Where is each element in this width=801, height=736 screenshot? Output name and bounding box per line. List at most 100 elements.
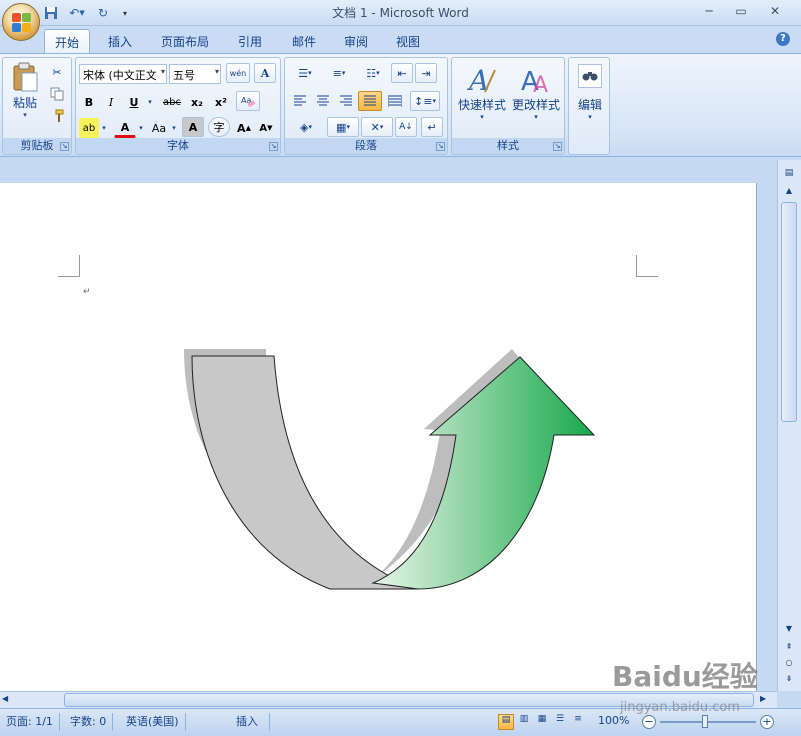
- strikethrough-button[interactable]: abc: [160, 92, 184, 112]
- styles-launcher-icon[interactable]: ↘: [553, 142, 562, 151]
- tab-mailings[interactable]: 邮件: [282, 29, 326, 54]
- enclose-chars-button[interactable]: 字: [208, 117, 230, 137]
- sort-icon[interactable]: A↓: [395, 117, 417, 137]
- justify-icon[interactable]: [358, 91, 382, 111]
- scroll-down-icon[interactable]: ▼: [781, 624, 797, 638]
- tab-home[interactable]: 开始: [44, 29, 90, 54]
- minimize-icon[interactable]: ─: [700, 4, 718, 20]
- change-case-dropdown-icon[interactable]: ▾: [170, 118, 178, 138]
- font-color-dropdown-icon[interactable]: ▾: [136, 118, 146, 138]
- font-group-label: 字体: [76, 138, 280, 154]
- font-color-button[interactable]: A: [114, 118, 136, 138]
- scroll-left-icon[interactable]: ◀: [2, 694, 14, 706]
- show-marks-icon[interactable]: ↵: [421, 117, 443, 137]
- clear-formatting-icon[interactable]: Aa: [236, 91, 260, 111]
- tab-insert[interactable]: 插入: [98, 29, 142, 54]
- decrease-indent-icon[interactable]: ⇤: [391, 63, 413, 83]
- shrink-font-button[interactable]: A ▼: [256, 118, 276, 138]
- bullets-icon[interactable]: ☰ ▾: [289, 63, 321, 83]
- status-language[interactable]: 英语(美国): [120, 713, 186, 731]
- underline-button[interactable]: U: [123, 92, 145, 112]
- superscript-button[interactable]: x²: [210, 92, 232, 112]
- web-layout-icon[interactable]: ▦: [534, 714, 550, 730]
- draft-view-icon[interactable]: ≡: [570, 714, 586, 730]
- tab-page-layout[interactable]: 页面布局: [152, 29, 218, 54]
- font-size-combo[interactable]: 五号 ▾: [169, 64, 221, 84]
- status-word-count[interactable]: 字数: 0: [64, 713, 114, 731]
- outline-view-icon[interactable]: ☰: [552, 714, 568, 730]
- previous-page-icon[interactable]: ⇞: [781, 642, 797, 656]
- status-insert-mode[interactable]: 插入: [230, 713, 270, 731]
- close-icon[interactable]: ✕: [766, 4, 784, 20]
- scroll-right-icon[interactable]: ▶: [760, 694, 772, 706]
- highlight-button[interactable]: ab: [79, 118, 99, 138]
- font-group: 宋体 (中文正文 ▾ 五号 ▾ wén A B I U ▾ abc x₂ x² …: [75, 57, 281, 155]
- styles-group-label: 样式: [452, 138, 564, 154]
- grow-font-button[interactable]: A ▲: [234, 118, 254, 138]
- align-center-icon[interactable]: [312, 91, 334, 111]
- underline-dropdown-icon[interactable]: ▾: [145, 92, 155, 112]
- cut-icon[interactable]: ✂: [47, 62, 67, 82]
- multilevel-list-icon[interactable]: ☷ ▾: [357, 63, 389, 83]
- char-shading-button[interactable]: A: [182, 117, 204, 137]
- align-right-icon[interactable]: [335, 91, 357, 111]
- office-logo-icon: [12, 13, 32, 33]
- change-styles-button[interactable]: AA 更改样式 ▾: [510, 64, 562, 121]
- shading-icon[interactable]: ◈ ▾: [289, 117, 323, 137]
- chinese-layout-icon[interactable]: ✕ ▾: [361, 117, 393, 137]
- increase-indent-icon[interactable]: ⇥: [415, 63, 437, 83]
- zoom-slider-track[interactable]: [660, 721, 756, 723]
- tab-review[interactable]: 审阅: [334, 29, 378, 54]
- font-name-combo[interactable]: 宋体 (中文正文 ▾: [79, 64, 167, 84]
- editing-button[interactable]: 编辑 ▾: [572, 64, 608, 121]
- paragraph-launcher-icon[interactable]: ↘: [436, 142, 445, 151]
- subscript-button[interactable]: x₂: [186, 92, 208, 112]
- vertical-scrollbar[interactable]: ▤ ▲ ▼ ⇞ ○ ⇟: [777, 160, 801, 691]
- numbering-icon[interactable]: ≡ ▾: [323, 63, 355, 83]
- bold-button[interactable]: B: [79, 92, 99, 112]
- browse-object-icon[interactable]: ○: [781, 658, 797, 672]
- zoom-in-icon[interactable]: +: [760, 715, 774, 729]
- document-page[interactable]: ↵: [0, 183, 757, 691]
- clipboard-launcher-icon[interactable]: ↘: [60, 142, 69, 151]
- tab-references[interactable]: 引用: [228, 29, 272, 54]
- borders-icon[interactable]: ▦ ▾: [327, 117, 359, 137]
- view-buttons: ▤ ▥ ▦ ☰ ≡: [498, 714, 590, 730]
- paste-button[interactable]: 粘贴 ▾: [7, 62, 43, 119]
- help-icon[interactable]: ?: [776, 32, 790, 46]
- next-page-icon[interactable]: ⇟: [781, 674, 797, 688]
- customize-icon[interactable]: ▾: [116, 4, 134, 22]
- change-case-button[interactable]: Aa: [148, 118, 170, 138]
- zoom-out-icon[interactable]: −: [642, 715, 656, 729]
- undo-icon[interactable]: ↶ ▼: [64, 4, 90, 22]
- phonetic-guide-label: wén: [229, 68, 247, 78]
- line-spacing-icon[interactable]: ↕≡ ▾: [410, 91, 440, 111]
- scroll-up-icon[interactable]: ▲: [781, 186, 797, 200]
- highlight-dropdown-icon[interactable]: ▾: [99, 118, 109, 138]
- char-border-button[interactable]: A: [254, 63, 276, 83]
- phonetic-guide-button[interactable]: wén: [226, 63, 250, 83]
- maximize-icon[interactable]: ▭: [732, 4, 750, 20]
- ribbon: 粘贴 ▾ ✂ 剪贴板 ↘ 宋体 (中文正文 ▾ 五号 ▾ wén A B I U…: [0, 53, 801, 157]
- zoom-level[interactable]: 100%: [598, 714, 629, 727]
- save-icon[interactable]: [42, 4, 60, 22]
- clipboard-group: 粘贴 ▾ ✂ 剪贴板 ↘: [2, 57, 72, 155]
- tab-view[interactable]: 视图: [386, 29, 430, 54]
- distributed-icon[interactable]: [384, 91, 406, 111]
- curved-arrow-shape[interactable]: [0, 183, 757, 691]
- shrink-font-label: A: [259, 122, 268, 134]
- ruler-toggle-icon[interactable]: ▤: [782, 168, 796, 182]
- font-launcher-icon[interactable]: ↘: [269, 142, 278, 151]
- italic-button[interactable]: I: [101, 92, 121, 112]
- copy-icon[interactable]: [47, 84, 67, 104]
- full-screen-reading-icon[interactable]: ▥: [516, 714, 532, 730]
- print-layout-icon[interactable]: ▤: [498, 714, 514, 730]
- status-page[interactable]: 页面: 1/1: [0, 713, 60, 731]
- zoom-slider-thumb[interactable]: [702, 715, 708, 728]
- format-painter-icon[interactable]: [47, 106, 67, 126]
- office-button[interactable]: [2, 3, 40, 41]
- vertical-scroll-thumb[interactable]: [781, 202, 797, 422]
- redo-icon[interactable]: ↻: [94, 4, 112, 22]
- align-left-icon[interactable]: [289, 91, 311, 111]
- quick-styles-button[interactable]: A 快速样式 ▾: [456, 64, 508, 121]
